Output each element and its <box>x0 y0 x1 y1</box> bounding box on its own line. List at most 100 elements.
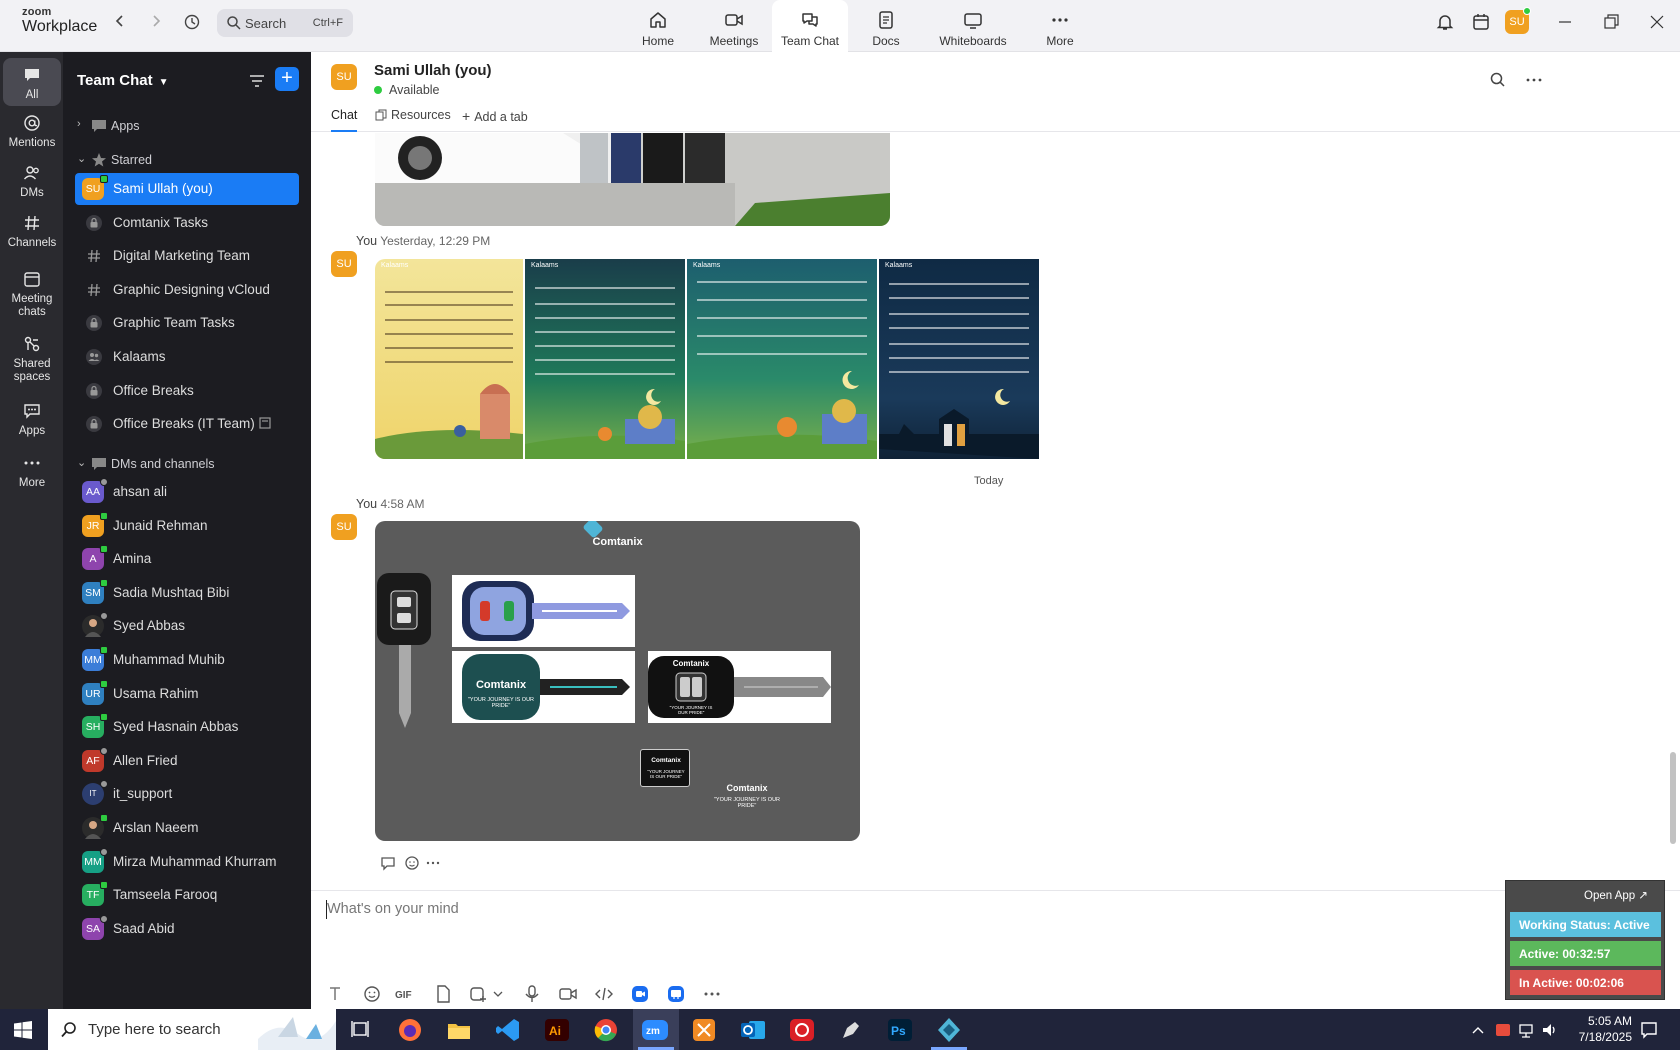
rail-shared-spaces[interactable]: Shared spaces <box>3 335 61 384</box>
dm-item[interactable]: Syed Abbas <box>75 610 299 642</box>
tab-docs[interactable]: Docs <box>848 0 924 52</box>
key-design-option[interactable]: Comtanix "YOUR JOURNEY IS OUR PRIDE" <box>648 651 831 723</box>
starred-item[interactable]: SU Sami Ullah (you) <box>75 173 299 205</box>
zoom-workplace-icon[interactable]: zm <box>641 1016 669 1044</box>
dm-item[interactable]: SH Syed Hasnain Abbas <box>75 711 299 743</box>
tab-whiteboards[interactable]: Whiteboards <box>924 0 1022 52</box>
file-explorer-icon[interactable] <box>445 1016 473 1044</box>
app-orange-icon[interactable] <box>690 1016 718 1044</box>
key-design-option[interactable] <box>452 575 635 647</box>
section-starred[interactable]: ⌄ Starred <box>75 144 299 176</box>
meeting-app-icon[interactable] <box>666 984 686 1004</box>
starred-item[interactable]: Office Breaks (IT Team) <box>75 408 299 440</box>
poster-image[interactable]: Kalaams <box>375 259 523 459</box>
sender-avatar[interactable]: SU <box>331 251 357 277</box>
chevron-up-icon[interactable] <box>1471 1023 1485 1037</box>
poster-image[interactable]: Kalaams <box>879 259 1039 459</box>
dm-item[interactable]: MM Mirza Muhammad Khurram <box>75 846 299 878</box>
screenshot-icon[interactable] <box>468 984 488 1004</box>
rail-all[interactable]: All <box>3 58 61 106</box>
search-input[interactable]: Search Ctrl+F <box>217 9 353 37</box>
illustrator-icon[interactable]: Ai <box>543 1016 571 1044</box>
emoji-icon[interactable] <box>362 984 382 1004</box>
close-icon[interactable] <box>1647 12 1667 32</box>
filter-icon[interactable] <box>248 72 266 90</box>
chevron-down-icon[interactable] <box>492 984 504 1004</box>
keys-design-image[interactable]: Comtanix Comtanix "YOUR JOURNEY IS OUR P… <box>375 521 860 841</box>
network-icon[interactable] <box>1518 1021 1536 1039</box>
tray-app-icon[interactable] <box>1494 1021 1512 1039</box>
notification-center-icon[interactable] <box>1639 1020 1659 1040</box>
dm-item[interactable]: Arslan Naeem <box>75 812 299 844</box>
forward-arrow-icon[interactable] <box>146 13 166 33</box>
rail-mentions[interactable]: Mentions <box>3 114 61 150</box>
code-snippet-icon[interactable] <box>594 984 614 1004</box>
scrollbar-thumb[interactable] <box>1670 752 1676 844</box>
rail-apps[interactable]: Apps <box>3 402 61 438</box>
text-format-icon[interactable] <box>326 984 346 1004</box>
zoom-app-icon[interactable] <box>630 984 650 1004</box>
key-design-option[interactable]: Comtanix "YOUR JOURNEY IS OUR PRIDE" <box>452 651 635 723</box>
tab-team-chat[interactable]: Team Chat <box>772 0 848 52</box>
dm-item[interactable]: A Amina <box>75 543 299 575</box>
new-chat-button[interactable]: + <box>275 67 299 91</box>
restore-icon[interactable] <box>1601 12 1621 32</box>
rail-channels[interactable]: Channels <box>3 214 61 250</box>
minimize-icon[interactable] <box>1555 12 1575 32</box>
starred-item[interactable]: Kalaams <box>75 341 299 373</box>
starred-item[interactable]: Graphic Team Tasks <box>75 307 299 339</box>
outlook-icon[interactable] <box>739 1016 767 1044</box>
poster-image[interactable]: Kalaams <box>525 259 685 459</box>
photoshop-icon[interactable]: Ps <box>886 1016 914 1044</box>
sender-avatar[interactable]: SU <box>331 514 357 540</box>
history-icon[interactable] <box>182 13 202 33</box>
back-arrow-icon[interactable] <box>110 13 130 33</box>
windows-start-icon[interactable] <box>14 1021 32 1039</box>
taskbar-search[interactable]: Type here to search <box>48 1009 336 1050</box>
vscode-icon[interactable] <box>494 1016 522 1044</box>
rail-meeting-chats[interactable]: Meeting chats <box>3 270 61 319</box>
starred-item[interactable]: Graphic Designing vCloud <box>75 274 299 306</box>
chrome-icon[interactable] <box>592 1016 620 1044</box>
file-attach-icon[interactable] <box>433 984 453 1004</box>
emoji-reaction-icon[interactable] <box>404 855 420 871</box>
chat-avatar[interactable]: SU <box>331 64 357 90</box>
dm-item[interactable]: SA Saad Abid <box>75 913 299 945</box>
video-message-icon[interactable] <box>558 984 578 1004</box>
dm-item[interactable]: TF Tamseela Farooq <box>75 879 299 911</box>
calendar-icon[interactable] <box>1471 12 1491 32</box>
dm-item[interactable]: AF Allen Fried <box>75 745 299 777</box>
dm-item[interactable]: JR Junaid Rehman <box>75 510 299 542</box>
task-view-icon[interactable] <box>350 1019 370 1039</box>
more-options-icon[interactable] <box>425 855 441 871</box>
tab-meetings[interactable]: Meetings <box>696 0 772 52</box>
tab-chat[interactable]: Chat <box>331 108 358 132</box>
poster-image[interactable]: Kalaams <box>687 259 877 459</box>
message-list[interactable]: You Yesterday, 12:29 PM SU Kalaams Kalaa… <box>311 133 1680 888</box>
notification-bell-icon[interactable] <box>1435 12 1455 32</box>
chat-title[interactable]: Sami Ullah (you) <box>374 62 492 79</box>
reply-icon[interactable] <box>380 855 396 871</box>
section-apps[interactable]: › Apps <box>75 110 299 142</box>
volume-icon[interactable] <box>1541 1021 1559 1039</box>
sidebar-title[interactable]: Team Chat ▼ <box>77 72 168 89</box>
image-gallery[interactable]: Kalaams Kalaams Kalaams Kalaams <box>375 259 1061 459</box>
microphone-icon[interactable] <box>522 984 542 1004</box>
tab-more[interactable]: More <box>1022 0 1098 52</box>
dm-item[interactable]: IT it_support <box>75 778 299 810</box>
firefox-icon[interactable] <box>396 1016 424 1044</box>
creative-cloud-icon[interactable] <box>788 1016 816 1044</box>
starred-item[interactable]: Comtanix Tasks <box>75 207 299 239</box>
search-icon[interactable] <box>1489 71 1507 89</box>
dm-item[interactable]: SM Sadia Mushtaq Bibi <box>75 577 299 609</box>
message-composer[interactable]: What's on your mind GIF <box>311 890 1680 1009</box>
starred-item[interactable]: Digital Marketing Team <box>75 240 299 272</box>
starred-item[interactable]: Office Breaks <box>75 375 299 407</box>
shared-photo[interactable] <box>375 133 890 226</box>
tab-resources[interactable]: Resources <box>375 108 451 122</box>
system-clock[interactable]: 5:05 AM 7/18/2025 <box>1562 1013 1632 1045</box>
tab-add[interactable]: + Add a tab <box>462 108 528 124</box>
tab-home[interactable]: Home <box>620 0 696 52</box>
more-options-icon[interactable] <box>702 984 722 1004</box>
comtanix-app-icon[interactable] <box>935 1016 963 1044</box>
